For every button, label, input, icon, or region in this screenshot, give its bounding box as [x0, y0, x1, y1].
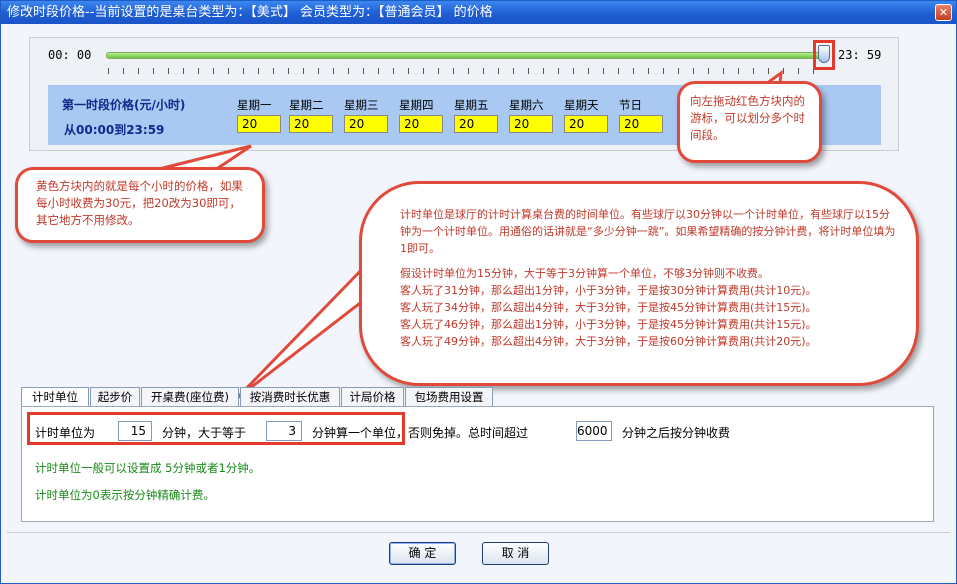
slider-end-time: 23: 59	[838, 48, 882, 62]
window-title: 修改时段价格--当前设置的是桌台类型为：【美式】 会员类型为：【普通会员】 的价…	[7, 5, 493, 20]
slider-callout: 向左拖动红色方块内的游标，可以划分多个时间段。	[677, 81, 822, 163]
day-label-sat: 星期六	[509, 98, 544, 112]
slider-callout-text: 向左拖动红色方块内的游标，可以划分多个时间段。	[690, 94, 805, 142]
unit-callout-line: 客人玩了46分钟，那么超出1分钟，小于3分钟，于是按45分钟计算费用(共计15元…	[400, 318, 817, 331]
time-slider-track[interactable]	[106, 52, 828, 59]
unit-callout-spacer	[400, 257, 900, 265]
hint-recommended-unit: 计时单位一般可以设置成 5分钟或者1分钟。	[35, 461, 261, 475]
day-label-holiday: 节日	[619, 98, 642, 112]
segment-range: 从00:00到23:59	[64, 123, 165, 137]
day-label-fri: 星期五	[454, 98, 489, 112]
time-unit-panel: 计时单位为 15 分钟，大于等于 3 分钟算一个单位，否则免掉。总时间超过 60…	[21, 406, 934, 522]
unit-label: 计时单位为	[35, 426, 96, 440]
price-callout: 黄色方块内的就是每个小时的价格，如果每小时收费为30元，把20改为30即可，其它…	[15, 167, 265, 243]
unit-rule-label: 分钟算一个单位，否则免掉。总时间超过	[312, 426, 529, 440]
slider-ticks	[108, 68, 826, 74]
day-label-sun: 星期天	[564, 98, 599, 112]
price-callout-text: 黄色方块内的就是每个小时的价格，如果每小时收费为30元，把20改为30即可，其它…	[36, 179, 243, 227]
slider-start-time: 00: 00	[48, 48, 92, 62]
dialog-window: 修改时段价格--当前设置的是桌台类型为：【美式】 会员类型为：【普通会员】 的价…	[0, 0, 957, 584]
unit-callout: 计时单位是球厅的计时计算桌台费的时间单位。有些球厅以30分钟以一个计时单位，有些…	[359, 181, 919, 386]
thumb-highlight-box	[813, 40, 835, 70]
tab-start-price[interactable]: 起步价	[90, 387, 140, 406]
ok-button[interactable]: 确 定	[389, 542, 456, 565]
footer-divider	[7, 532, 950, 533]
segment-title: 第一时段价格(元/小时)	[62, 98, 186, 112]
close-icon[interactable]: ✕	[935, 4, 952, 21]
cancel-button[interactable]: 取 消	[482, 542, 549, 565]
day-label-mon: 星期一	[237, 98, 272, 112]
day-label-wed: 星期三	[344, 98, 379, 112]
tab-time-unit[interactable]: 计时单位	[21, 387, 89, 407]
unit-callout-line: 客人玩了49分钟，那么超出4分钟，大于3分钟，于是按60分钟计算费用(共计20元…	[400, 335, 817, 348]
unit-callout-pointer	[234, 254, 375, 401]
unit-minutes-input[interactable]: 15	[118, 421, 152, 441]
threshold-minutes-input[interactable]: 3	[266, 421, 302, 441]
price-input-sat[interactable]: 20	[509, 115, 553, 133]
unit-callout-line: 假设计时单位为15分钟，大于等于3分钟算一个单位，不够3分钟则不收费。	[400, 267, 769, 280]
tab-table-fee[interactable]: 开桌费(座位费)	[141, 387, 239, 406]
price-input-mon[interactable]: 20	[237, 115, 281, 133]
after-label: 分钟之后按分钟收费	[622, 426, 731, 440]
price-input-thu[interactable]: 20	[399, 115, 443, 133]
day-label-tue: 星期二	[289, 98, 324, 112]
ge-label: 分钟，大于等于	[162, 426, 247, 440]
tab-private-booking[interactable]: 包场费用设置	[405, 387, 493, 406]
price-input-holiday[interactable]: 20	[619, 115, 663, 133]
unit-callout-line: 客人玩了31分钟，那么超出1分钟，小于3分钟，于是按30分钟计算费用(共计10元…	[400, 284, 817, 297]
price-input-fri[interactable]: 20	[454, 115, 498, 133]
unit-callout-line: 计时单位是球厅的计时计算桌台费的时间单位。有些球厅以30分钟以一个计时单位，有些…	[400, 208, 896, 255]
price-input-sun[interactable]: 20	[564, 115, 608, 133]
tab-duration-discount[interactable]: 按消费时长优惠	[240, 387, 340, 406]
title-bar: 修改时段价格--当前设置的是桌台类型为：【美式】 会员类型为：【普通会员】 的价…	[1, 1, 956, 24]
unit-callout-line: 客人玩了34分钟，那么超出4分钟，大于3分钟，于是按45分钟计算费用(共计15元…	[400, 301, 817, 314]
hint-zero-unit: 计时单位为0表示按分钟精确计费。	[35, 488, 215, 502]
tab-game-price[interactable]: 计局价格	[341, 387, 404, 406]
total-minutes-input[interactable]: 6000	[576, 421, 612, 441]
price-input-tue[interactable]: 20	[289, 115, 333, 133]
day-label-thu: 星期四	[399, 98, 434, 112]
price-input-wed[interactable]: 20	[344, 115, 388, 133]
